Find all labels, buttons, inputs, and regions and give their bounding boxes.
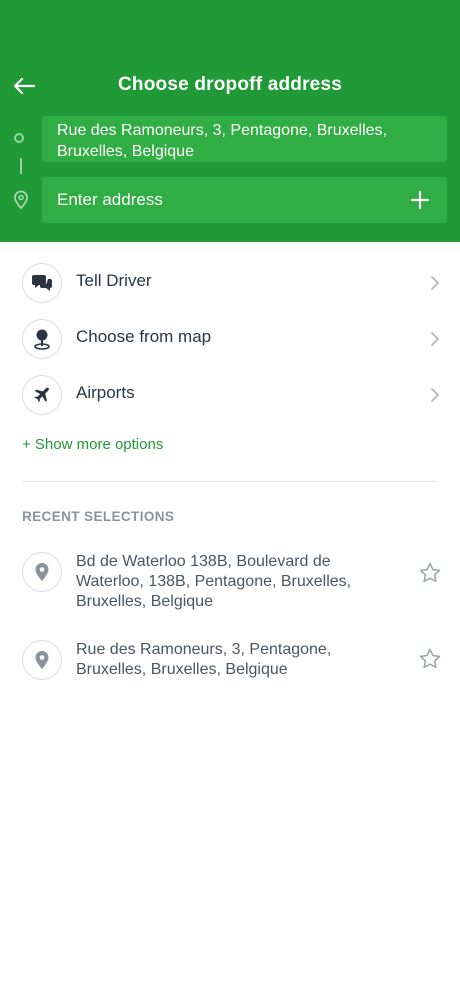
location-pin-icon bbox=[35, 651, 49, 669]
plus-icon bbox=[410, 190, 430, 210]
chevron-right-icon bbox=[431, 276, 439, 290]
recent-item[interactable]: Bd de Waterloo 138B, Boulevard de Waterl… bbox=[0, 552, 460, 616]
location-pin-icon bbox=[35, 563, 49, 581]
recent-address: Rue des Ramoneurs, 3, Pentagone, Bruxell… bbox=[76, 641, 332, 678]
favorite-star-icon[interactable] bbox=[418, 561, 442, 585]
pickup-address-field[interactable]: Rue des Ramoneurs, 3, Pentagone, Bruxell… bbox=[42, 116, 447, 162]
map-pin-icon bbox=[34, 329, 50, 350]
option-airports[interactable]: Airports bbox=[0, 373, 460, 425]
show-more-options-link[interactable]: + Show more options bbox=[22, 436, 163, 453]
airplane-icon bbox=[34, 387, 49, 403]
option-tell-driver[interactable]: Tell Driver bbox=[0, 261, 460, 313]
page-title: Choose dropoff address bbox=[118, 74, 342, 95]
chat-bubbles-icon bbox=[32, 275, 52, 291]
option-label: Tell Driver bbox=[76, 271, 152, 290]
option-label: Choose from map bbox=[76, 327, 212, 346]
chevron-right-icon bbox=[431, 388, 439, 402]
chevron-right-icon bbox=[431, 332, 439, 346]
dropoff-pin-icon bbox=[11, 190, 31, 215]
option-label: Airports bbox=[76, 383, 135, 402]
header-bar: Choose dropoff address Rue des Ramoneurs… bbox=[0, 0, 460, 242]
add-stop-button[interactable] bbox=[408, 188, 432, 212]
dropoff-address-input[interactable] bbox=[57, 190, 377, 210]
dropoff-address-field[interactable] bbox=[42, 177, 447, 223]
divider bbox=[22, 481, 438, 482]
recent-selections-heading: RECENT SELECTIONS bbox=[22, 509, 175, 524]
recent-item[interactable]: Rue des Ramoneurs, 3, Pentagone, Bruxell… bbox=[0, 640, 460, 684]
option-choose-from-map[interactable]: Choose from map bbox=[0, 317, 460, 369]
recent-address: Bd de Waterloo 138B, Boulevard de Waterl… bbox=[76, 553, 352, 610]
pickup-dot-icon bbox=[14, 133, 24, 143]
route-connector bbox=[20, 158, 22, 174]
favorite-star-icon[interactable] bbox=[418, 647, 442, 671]
